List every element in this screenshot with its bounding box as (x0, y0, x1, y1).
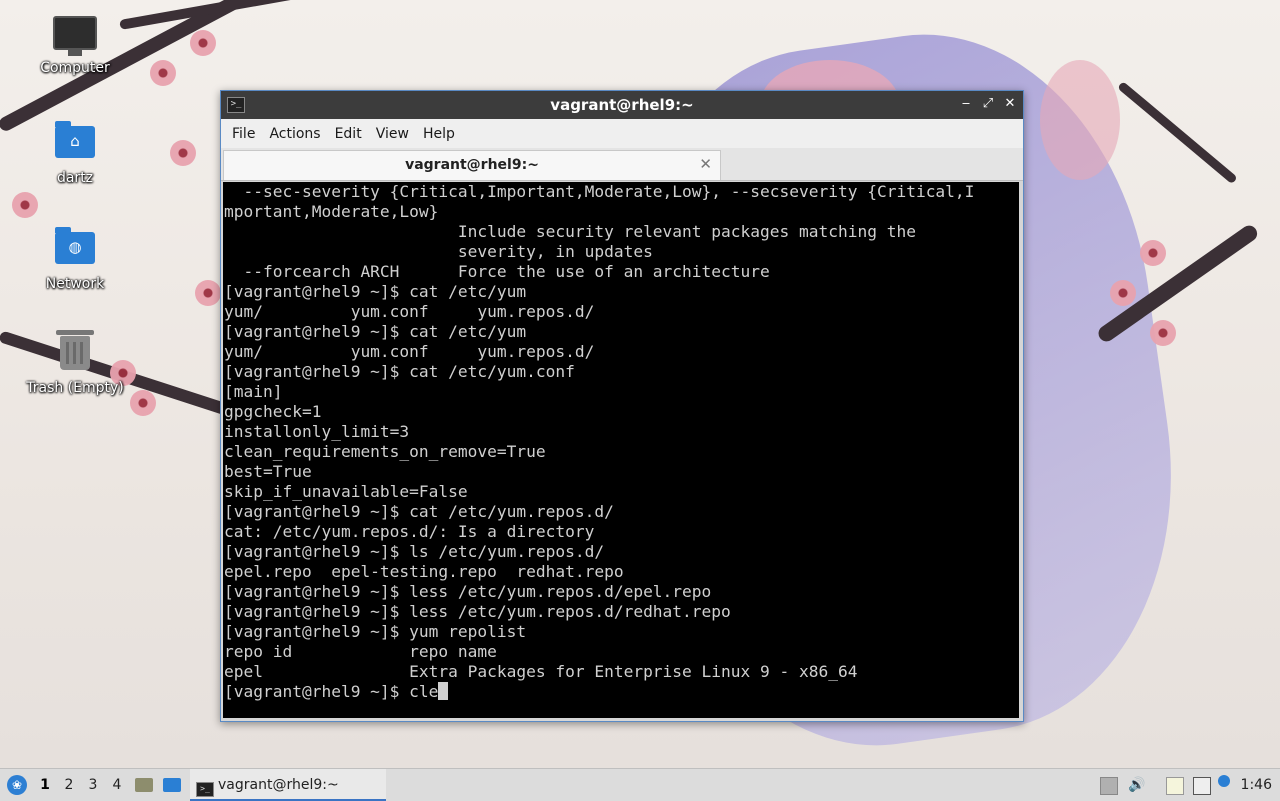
terminal-current-input: [vagrant@rhel9 ~]$ cle (224, 682, 439, 701)
terminal-line: skip_if_unavailable=False (224, 482, 468, 501)
window-title: vagrant@rhel9:~ (550, 96, 694, 114)
clipboard-icon[interactable] (1166, 777, 1184, 795)
desktop-icon-computer[interactable]: Computer (20, 16, 130, 76)
desktop-icon-label: Computer (40, 60, 110, 76)
desktop-icon-trash[interactable]: Trash (Empty) (20, 330, 130, 396)
tab-close-icon[interactable]: ✕ (699, 155, 712, 173)
desktop-icon-home[interactable]: ⌂ dartz (20, 120, 130, 186)
start-menu-button[interactable]: ❀ (4, 769, 30, 801)
trash-icon (53, 330, 97, 376)
menu-help[interactable]: Help (416, 126, 462, 142)
terminal-line: clean_requirements_on_remove=True (224, 442, 546, 461)
menubar: File Actions Edit View Help (221, 119, 1023, 148)
terminal-line: severity, in updates (224, 242, 653, 261)
terminal-output[interactable]: --sec-severity {Critical,Important,Moder… (223, 182, 1019, 718)
terminal-prompt-line[interactable]: [vagrant@rhel9 ~]$ cle (223, 682, 1019, 702)
minimize-button[interactable]: ‒ (957, 95, 975, 113)
taskbar: ❀ 1 2 3 4 >_ vagrant@rhel9:~ 🔊 1:46 (0, 768, 1280, 801)
home-folder-icon: ⌂ (53, 121, 97, 166)
terminal-line: yum/ yum.conf yum.repos.d/ (224, 342, 595, 361)
volume-icon[interactable]: 🔊 (1128, 777, 1145, 793)
terminal-line: [main] (224, 382, 283, 401)
terminal-line: yum/ yum.conf yum.repos.d/ (224, 302, 595, 321)
menu-edit[interactable]: Edit (328, 126, 369, 142)
terminal-line: [vagrant@rhel9 ~]$ yum repolist (224, 622, 527, 641)
start-menu-icon: ❀ (7, 775, 27, 795)
terminal-line: [vagrant@rhel9 ~]$ ls /etc/yum.repos.d/ (224, 542, 605, 561)
menu-file[interactable]: File (225, 126, 262, 142)
text-cursor (438, 682, 449, 700)
network-status-icon[interactable] (1193, 777, 1211, 795)
show-desktop-icon[interactable] (163, 778, 181, 792)
terminal-task-icon: >_ (196, 782, 214, 797)
close-button[interactable]: ✕ (1001, 95, 1019, 113)
notification-icon[interactable] (1218, 775, 1230, 787)
taskbar-terminal-task[interactable]: >_ vagrant@rhel9:~ (190, 769, 386, 801)
terminal-line: gpgcheck=1 (224, 402, 322, 421)
tab-label: vagrant@rhel9:~ (405, 157, 539, 173)
tab-terminal[interactable]: vagrant@rhel9:~ ✕ (223, 150, 721, 180)
terminal-line: best=True (224, 462, 312, 481)
network-folder-icon: ◍ (53, 227, 97, 272)
menu-view[interactable]: View (369, 126, 416, 142)
desktop-icon-label: Trash (Empty) (26, 380, 124, 396)
terminal-line: cat: /etc/yum.repos.d/: Is a directory (224, 522, 595, 541)
terminal-line: Include security relevant packages match… (224, 222, 916, 241)
workspace-4[interactable]: 4 (106, 769, 128, 801)
desktop-icon-network[interactable]: ◍ Network (20, 226, 130, 292)
window-titlebar[interactable]: >_ vagrant@rhel9:~ ‒ ⤢ ✕ (221, 91, 1023, 119)
terminal-line: mportant,Moderate,Low} (224, 202, 439, 221)
terminal-line: repo id repo name (224, 642, 497, 661)
desktop-icon-label: Network (45, 276, 105, 292)
workspace-1[interactable]: 1 (34, 769, 56, 801)
terminal-line: --forcearch ARCH Force the use of an arc… (224, 262, 770, 281)
terminal-window[interactable]: >_ vagrant@rhel9:~ ‒ ⤢ ✕ File Actions Ed… (220, 90, 1024, 722)
tab-bar: vagrant@rhel9:~ ✕ (221, 148, 1023, 181)
terminal-line: [vagrant@rhel9 ~]$ less /etc/yum.repos.d… (224, 582, 712, 601)
terminal-line: [vagrant@rhel9 ~]$ less /etc/yum.repos.d… (224, 602, 731, 621)
tray-updates-icon[interactable] (1100, 777, 1118, 795)
terminal-line: epel Extra Packages for Enterprise Linux… (224, 662, 858, 681)
terminal-line: [vagrant@rhel9 ~]$ cat /etc/yum.conf (224, 362, 575, 381)
clock[interactable]: 1:46 (1241, 769, 1272, 801)
desktop-icon-label: dartz (56, 170, 94, 186)
terminal-line: epel.repo epel-testing.repo redhat.repo (224, 562, 624, 581)
computer-icon (53, 16, 97, 56)
maximize-button[interactable]: ⤢ (979, 95, 997, 113)
terminal-line: --sec-severity {Critical,Important,Moder… (224, 182, 975, 201)
file-manager-icon[interactable] (135, 778, 153, 792)
menu-actions[interactable]: Actions (262, 126, 327, 142)
terminal-line: [vagrant@rhel9 ~]$ cat /etc/yum (224, 322, 527, 341)
terminal-line: installonly_limit=3 (224, 422, 410, 441)
workspace-3[interactable]: 3 (82, 769, 104, 801)
terminal-line: [vagrant@rhel9 ~]$ cat /etc/yum.repos.d/ (224, 502, 614, 521)
taskbar-task-label: vagrant@rhel9:~ (218, 777, 339, 793)
terminal-line: [vagrant@rhel9 ~]$ cat /etc/yum (224, 282, 527, 301)
workspace-2[interactable]: 2 (58, 769, 80, 801)
